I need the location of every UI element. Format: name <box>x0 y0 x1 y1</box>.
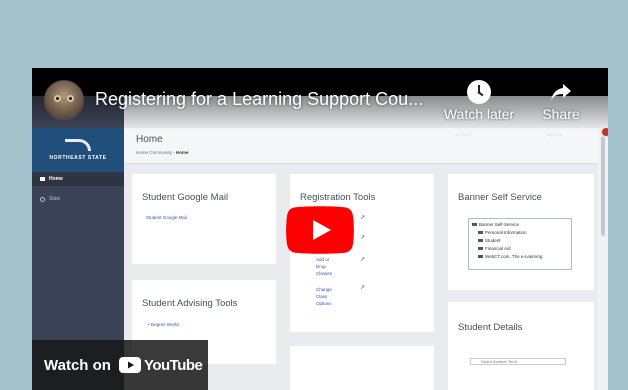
tree-item: Student <box>472 237 568 245</box>
portal-scrollbar <box>598 128 608 390</box>
card-banner-self-service: Banner Self Service Banner Self-Service … <box>448 174 594 290</box>
card-title: Registration Tools <box>300 192 376 203</box>
portal-page-header: Home Home Community › Home <box>124 128 598 164</box>
watch-on-youtube-button[interactable]: Watch on YouTube <box>32 340 208 390</box>
external-link-icon: ↗ <box>360 257 366 263</box>
logo-mark-icon <box>65 139 91 151</box>
external-link-icon: ↗ <box>360 215 366 221</box>
portal-logo: NORTHEAST STATE <box>32 128 124 172</box>
sites-icon <box>40 196 45 202</box>
youtube-play-icon <box>118 357 141 373</box>
youtube-wordmark: YouTube <box>143 356 203 374</box>
nav-item-label: Home <box>49 176 63 182</box>
play-button[interactable] <box>286 206 354 254</box>
folder-icon <box>478 247 483 251</box>
external-link-icon: ↗ <box>360 235 366 241</box>
owl-eye-icon <box>67 95 74 102</box>
folder-icon <box>478 239 483 243</box>
scroll-thumb <box>601 136 605 236</box>
card-title: Student Details <box>458 322 523 333</box>
card-student-details: Student Details Select Another Term <box>448 302 594 390</box>
folder-icon <box>478 231 483 235</box>
folder-icon <box>478 255 483 259</box>
share-arrow-icon <box>551 84 571 101</box>
youtube-logo: YouTube <box>118 356 203 374</box>
watch-on-label: Watch on <box>44 356 111 374</box>
card-title: Student Advising Tools <box>142 298 238 309</box>
notification-dot <box>600 126 608 138</box>
nav-item-sites: Sites <box>40 196 60 202</box>
breadcrumb: Home Community › Home <box>136 150 189 155</box>
degree-works-link: • Degree Works <box>148 322 180 327</box>
video-title[interactable]: Registering for a Learning Support Cou..… <box>95 89 445 110</box>
breadcrumb-current: Home <box>176 150 189 155</box>
watch-later-button[interactable]: Watch later <box>442 80 516 130</box>
page-title: Home <box>136 134 163 145</box>
share-label: Share <box>542 106 580 122</box>
owl-eye-icon <box>54 95 61 102</box>
external-link-icon: ↗ <box>360 285 366 291</box>
tree-item: WebCT.com, The e-Learning <box>472 253 568 261</box>
my-store-label: My Store <box>455 132 472 137</box>
breadcrumb-root: Home Community <box>136 150 173 155</box>
sign-out-label: Sign Out <box>546 132 562 137</box>
tree-item: Personal Information <box>472 229 568 237</box>
channel-avatar[interactable] <box>44 80 84 120</box>
card-lower-center <box>290 346 434 390</box>
banner-tree: Banner Self-Service Personal Information… <box>468 218 572 270</box>
term-select: Select Another Term <box>470 358 566 365</box>
watch-later-label: Watch later <box>443 106 515 122</box>
nav-item-home: Home <box>40 176 63 182</box>
add-drop-classes-link: Add or Drop Classes <box>316 257 333 276</box>
card-google-mail: Student Google Mail Student Google Mail <box>132 174 276 264</box>
tree-item: Banner Self-Service <box>472 221 568 229</box>
nav-item-label: Sites <box>49 196 61 202</box>
home-icon <box>40 177 45 181</box>
card-title: Student Google Mail <box>142 192 229 203</box>
tree-item: Financial Aid <box>472 245 568 253</box>
clock-icon <box>467 80 491 104</box>
share-button[interactable]: Share <box>524 80 598 130</box>
folder-icon <box>472 223 477 227</box>
logo-text: NORTHEAST STATE <box>49 155 107 161</box>
card-title: Banner Self Service <box>458 192 542 203</box>
video-player[interactable]: NORTHEAST STATE Home Sites Home Home Com… <box>32 68 608 390</box>
change-class-options-link: Change Class Options <box>316 287 332 306</box>
google-mail-link: Student Google Mail <box>146 215 187 220</box>
